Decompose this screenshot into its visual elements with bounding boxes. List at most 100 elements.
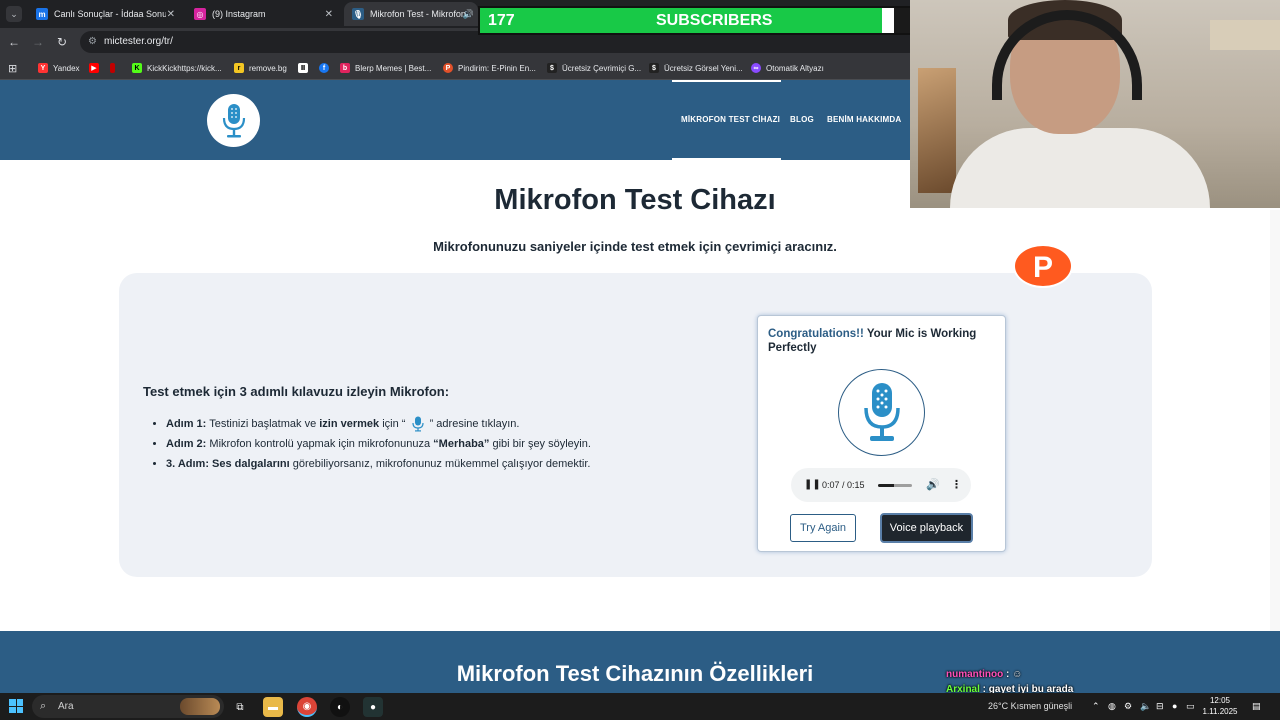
instagram-icon: ◎ bbox=[194, 8, 206, 20]
result-panel: Congratulations!! Your Mic is Working Pe… bbox=[757, 315, 1006, 552]
step-text: görebiliyorsanız, mikrofonunuz mükemmel … bbox=[289, 458, 591, 470]
nav-benim-hakkimda[interactable]: BENİM HAKKIMDA bbox=[827, 115, 901, 124]
tab-list-chevron-icon[interactable]: ⌄ bbox=[6, 6, 22, 22]
notifications-icon[interactable]: ▤ bbox=[1252, 693, 1261, 720]
nav-active-indicator bbox=[672, 80, 781, 82]
audio-playing-icon[interactable]: 🔊 bbox=[463, 9, 474, 20]
bookmark-label: Yandex bbox=[53, 63, 80, 73]
bookmark-pindirim[interactable]: P Pindirim: E-Pinin En... bbox=[443, 61, 536, 75]
obs-icon[interactable]: ◐ bbox=[330, 697, 350, 717]
step-text: ” adresine tıklayın. bbox=[429, 418, 520, 430]
subscriber-label: SUBSCRIBERS bbox=[656, 12, 773, 29]
guide-heading: Test etmek için 3 adımlı kılavuzu izleyi… bbox=[143, 384, 450, 399]
audio-icon[interactable]: 🔈 bbox=[1140, 693, 1151, 720]
step-text: gibi bir şey söyleyin. bbox=[489, 438, 591, 450]
congrats-accent: Congratulations!! bbox=[768, 328, 864, 340]
file-explorer-icon[interactable]: ▬ bbox=[263, 697, 283, 717]
apps-grid-icon[interactable]: ⊞ bbox=[8, 61, 17, 75]
nav-blog[interactable]: BLOG bbox=[790, 115, 814, 124]
dollar-icon: $ bbox=[547, 63, 557, 73]
webcam-poster bbox=[918, 68, 956, 193]
chrome-icon[interactable]: ◉ bbox=[297, 697, 317, 717]
steps-list: Adım 1: Testinizi başlatmak ve izin verm… bbox=[166, 415, 591, 475]
step-text: Testinizi başlatmak ve bbox=[206, 418, 320, 430]
clock-time: 12:05 bbox=[1209, 696, 1231, 705]
subscriber-count: 177 bbox=[488, 12, 515, 29]
mic-test-card: Test etmek için 3 adımlı kılavuzu izleyi… bbox=[119, 273, 1152, 577]
tray-chevron-icon[interactable]: ⌃ bbox=[1092, 693, 1100, 720]
bookmark-label: Pindirim: E-Pinin En... bbox=[458, 63, 536, 73]
bookmark-facebook[interactable]: f bbox=[319, 61, 334, 75]
audio-seek-bar[interactable] bbox=[878, 484, 912, 487]
success-message: Congratulations!! Your Mic is Working Pe… bbox=[768, 327, 998, 355]
clock-date: 1.11.2025 bbox=[1202, 707, 1238, 716]
webcam-background bbox=[1210, 20, 1280, 50]
search-highlight-image bbox=[180, 698, 220, 715]
bookmark-pause[interactable]: Ⅱ bbox=[298, 61, 313, 75]
bookmark-removebg[interactable]: r remove.bg bbox=[234, 61, 287, 75]
mic-status-circle[interactable] bbox=[838, 369, 925, 456]
audio-time: 0:07 / 0:15 bbox=[822, 480, 865, 490]
settings-icon[interactable]: ⚙ bbox=[1124, 693, 1132, 720]
windows-start-icon[interactable] bbox=[9, 699, 23, 713]
search-icon: ⌕ bbox=[40, 700, 47, 712]
list-item: Adım 1: Testinizi başlatmak ve izin verm… bbox=[166, 415, 591, 433]
forward-arrow-icon[interactable]: → bbox=[30, 34, 46, 50]
tab-instagram[interactable]: ◎ (9) Instagram ✕ bbox=[186, 2, 341, 26]
bookmark-ucretsiz-gorsel[interactable]: $ Ücretsiz Görsel Yeni... bbox=[649, 61, 743, 75]
network-icon[interactable]: ⊟ bbox=[1156, 693, 1164, 720]
nav-active-indicator bbox=[672, 158, 781, 160]
site-settings-icon[interactable]: ⚙ bbox=[88, 31, 97, 53]
pause-icon[interactable]: ❚❚ bbox=[804, 468, 821, 502]
step-text: için “ bbox=[379, 418, 406, 430]
youtube-icon: ▶ bbox=[89, 63, 99, 73]
step-label: Adım 2: bbox=[166, 438, 207, 450]
pause-icon: Ⅱ bbox=[298, 63, 308, 73]
back-arrow-icon[interactable]: ← bbox=[6, 34, 22, 50]
bookmark-otomatik-altyazi[interactable]: ∞ Otomatik Altyazı bbox=[751, 61, 824, 75]
discord-icon[interactable]: ◍ bbox=[1108, 693, 1116, 720]
step-label: 3. Adım: Ses dalgalarını bbox=[166, 458, 290, 470]
bookmark-youtube[interactable]: ▶ bbox=[89, 61, 104, 75]
url-text: mictester.org/tr/ bbox=[104, 36, 173, 47]
voice-playback-button[interactable]: Voice playback bbox=[880, 513, 973, 543]
microphone-icon[interactable]: ● bbox=[1172, 693, 1177, 720]
list-item: 3. Adım: Ses dalgalarını görebiliyorsanı… bbox=[166, 455, 591, 473]
nav-mikrofon-test[interactable]: MİKROFON TEST CİHAZI bbox=[681, 115, 780, 124]
volume-icon[interactable]: 🔊 bbox=[926, 468, 940, 502]
bookmark-ucretsiz-cevrimici[interactable]: $ Ücretsiz Çevrimiçi G... bbox=[547, 61, 641, 75]
site-logo[interactable] bbox=[207, 94, 260, 147]
page-subtitle: Mikrofonunuzu saniyeler içinde test etme… bbox=[433, 239, 837, 254]
bookmark-red[interactable] bbox=[110, 61, 120, 75]
microphone-icon bbox=[411, 416, 424, 432]
audio-player: ❚❚ 0:07 / 0:15 🔊 ⋮ bbox=[791, 468, 971, 502]
microphone-icon: 🎙 bbox=[352, 8, 364, 20]
microphone-icon bbox=[863, 382, 900, 441]
task-view-icon[interactable]: ⧉ bbox=[230, 697, 250, 717]
chat-separator: : bbox=[1003, 669, 1013, 680]
pindirim-icon: P bbox=[443, 63, 453, 73]
app-icon[interactable]: ● bbox=[363, 697, 383, 717]
close-icon[interactable]: ✕ bbox=[325, 9, 333, 20]
weather-widget[interactable]: 26°C Kısmen güneşli bbox=[988, 693, 1072, 720]
blerp-icon: b bbox=[340, 63, 350, 73]
page-scrollbar[interactable] bbox=[1270, 210, 1280, 631]
close-icon[interactable]: ✕ bbox=[167, 9, 175, 20]
bookmark-blerp[interactable]: b Blerp Memes | Best... bbox=[340, 61, 431, 75]
bookmark-label: KickKickhttps://kick... bbox=[147, 63, 222, 73]
bookmark-kick[interactable]: K KickKickhttps://kick... bbox=[132, 61, 222, 75]
tab-canli-sonuclar[interactable]: m Canlı Sonuçlar - İddaa Sonuçları ✕ bbox=[28, 2, 183, 26]
display-icon[interactable]: ▭ bbox=[1186, 693, 1195, 720]
weather-text: 26°C Kısmen güneşli bbox=[988, 701, 1073, 711]
taskbar-clock[interactable]: 12:05 1.11.2025 bbox=[1200, 695, 1240, 717]
reload-icon[interactable]: ↻ bbox=[54, 34, 70, 50]
list-item: Adım 2: Mikrofon kontrolü yapmak için mi… bbox=[166, 435, 591, 453]
taskbar-search[interactable]: ⌕ Ara bbox=[32, 695, 224, 718]
bookmark-yandex[interactable]: Y Yandex bbox=[38, 61, 80, 75]
windows-taskbar: ⌕ Ara ⧉ ▬ ◉ ◐ ● 26°C Kısmen güneşli ⌃ ◍ … bbox=[0, 693, 1280, 720]
streamer-shirt bbox=[950, 128, 1210, 208]
try-again-button[interactable]: Try Again bbox=[790, 514, 856, 542]
tab-mikrofon-test[interactable]: 🎙 Mikrofon Test - Mikrofonunuzu 🔊 bbox=[344, 2, 478, 26]
tab-title: (9) Instagram bbox=[212, 9, 266, 19]
more-options-icon[interactable]: ⋮ bbox=[951, 468, 962, 502]
